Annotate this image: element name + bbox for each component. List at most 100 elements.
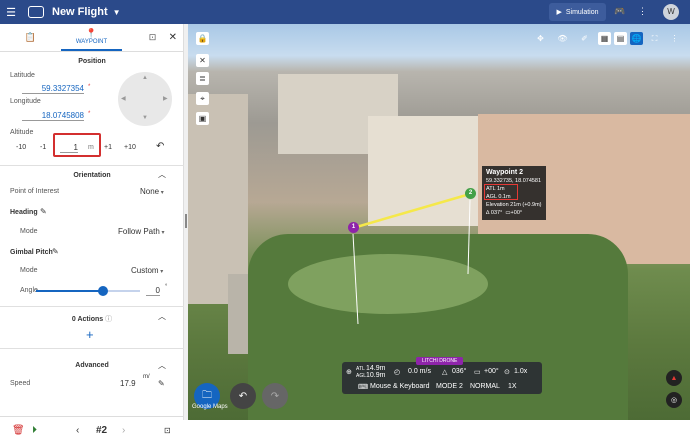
hud-mode[interactable]: MODE 2 bbox=[436, 383, 463, 390]
keyboard-icon: ⌨ bbox=[358, 384, 369, 391]
heading-icon: △ bbox=[442, 369, 448, 376]
arrow-down-icon[interactable]: ▼ bbox=[142, 115, 148, 121]
more-vert-icon[interactable]: ⋮ bbox=[638, 6, 647, 17]
gimbal-icon: ▭ bbox=[474, 369, 481, 376]
orientation-title: Orientation bbox=[73, 172, 111, 179]
altitude-tooltip-highlight bbox=[484, 184, 518, 200]
angle-slider-knob[interactable] bbox=[97, 286, 108, 296]
hud-controls[interactable]: Mouse & Keyboard bbox=[370, 383, 430, 390]
previous-waypoint-icon[interactable]: ‹ bbox=[76, 425, 79, 436]
latitude-label: Latitude bbox=[10, 72, 35, 79]
chevron-up-icon[interactable]: ︿ bbox=[158, 311, 166, 322]
altitude-minus1-button[interactable]: -1 bbox=[40, 144, 46, 151]
play-circle-icon[interactable]: ⏵ bbox=[32, 425, 37, 436]
clipboard-icon: 📋 bbox=[24, 32, 37, 42]
waypoint-marker-2[interactable]: 2 bbox=[465, 188, 476, 199]
zoom-icon: ⊙ bbox=[504, 369, 510, 376]
longitude-input[interactable]: 18.0745808 bbox=[22, 111, 84, 121]
altitude-minus10-button[interactable]: -10 bbox=[16, 144, 26, 151]
next-waypoint-icon[interactable]: › bbox=[122, 425, 125, 436]
locate-icon[interactable]: ◎ bbox=[666, 392, 682, 408]
waypoint-marker-1[interactable]: 1 bbox=[348, 222, 359, 233]
redo-button[interactable]: ↷ bbox=[262, 383, 288, 409]
telemetry-hud: LITCHI DRONE ⊕ ATL 14.9m AGL 10.9m ◴ 0.0… bbox=[342, 357, 542, 394]
layers-icon[interactable]: ▤ bbox=[614, 32, 627, 45]
altitude-gauge-icon: ⊕ bbox=[346, 369, 352, 376]
target-icon: ⊡ bbox=[148, 32, 157, 42]
globe-icon[interactable]: 🌐 bbox=[630, 32, 643, 45]
arrow-left-icon[interactable]: ◀ bbox=[121, 95, 126, 102]
poi-select[interactable]: None bbox=[140, 187, 164, 196]
select-icon[interactable]: ⊡ bbox=[164, 426, 171, 435]
edit-speed-icon[interactable]: ✎ bbox=[158, 379, 165, 388]
hud-multiplier[interactable]: 1X bbox=[508, 383, 517, 390]
menu-icon[interactable]: ☰ bbox=[0, 6, 22, 19]
heading-mode-select[interactable]: Follow Path bbox=[118, 227, 164, 236]
delete-icon[interactable]: 🗑 bbox=[12, 425, 25, 436]
altitude-input[interactable]: 1 bbox=[60, 143, 78, 153]
hud-gimbal: +00° bbox=[484, 368, 499, 375]
chevron-up-icon[interactable]: ︿ bbox=[158, 360, 166, 371]
list-icon[interactable]: ≣ bbox=[196, 72, 209, 85]
compass-icon[interactable]: ▲ bbox=[666, 370, 682, 386]
more-vert-icon[interactable]: ⋮ bbox=[668, 32, 681, 45]
pin-edit-icon[interactable]: ✐ bbox=[578, 32, 591, 45]
fullscreen-icon[interactable]: ⛶ bbox=[648, 32, 661, 45]
avatar[interactable]: W bbox=[663, 4, 679, 20]
hud-agl-label: AGL bbox=[356, 373, 367, 379]
lock-icon[interactable]: 🔒 bbox=[196, 32, 209, 45]
undo-icon[interactable]: ↶ bbox=[156, 141, 164, 152]
panel-bottom-bar: 🗑 ⏵ ‹ #2 › ⊡ bbox=[0, 416, 184, 444]
photo-icon[interactable]: ▣ bbox=[196, 112, 209, 125]
latitude-input[interactable]: 59.3327354 bbox=[22, 84, 84, 94]
heading-mode-label: Mode bbox=[20, 228, 38, 235]
close-icon[interactable]: ✕ bbox=[196, 54, 209, 67]
waypoint-index: #2 bbox=[96, 425, 108, 436]
undo-button[interactable]: ↶ bbox=[230, 383, 256, 409]
poi-label: Point of Interest bbox=[10, 188, 60, 195]
position-title: Position bbox=[78, 58, 106, 65]
flight-title[interactable]: New Flight bbox=[52, 6, 108, 18]
tab-waypoint[interactable]: 📍 WAYPOINT bbox=[61, 24, 122, 51]
hud-agl-value: 10.9m bbox=[366, 372, 386, 379]
map-attribution: Google Maps bbox=[192, 404, 228, 410]
simulation-button[interactable]: ▶ Simulation bbox=[549, 3, 606, 21]
add-action-button[interactable]: + bbox=[86, 327, 94, 342]
altitude-unit: m bbox=[88, 144, 94, 151]
grid-icon[interactable]: ▦ bbox=[598, 32, 611, 45]
close-icon[interactable]: ✕ bbox=[169, 32, 177, 43]
redo-icon: ↷ bbox=[270, 390, 280, 402]
altitude-label: Altitude bbox=[10, 129, 34, 136]
heading-label: Heading bbox=[10, 209, 38, 216]
longitude-label: Longitude bbox=[10, 98, 41, 105]
gamepad-icon[interactable]: 🎮 bbox=[614, 6, 625, 17]
angle-slider[interactable] bbox=[36, 286, 140, 296]
tab-mission[interactable]: 📋 bbox=[0, 24, 61, 51]
hud-speed-mode[interactable]: NORMAL bbox=[470, 383, 500, 390]
edit-gimbal-icon[interactable]: ✎ bbox=[52, 247, 59, 256]
arrow-right-icon[interactable]: ▶ bbox=[163, 95, 168, 102]
waypoint-panel: 📋 📍 WAYPOINT ⊡ ✕ Position Latitude 59.33… bbox=[0, 24, 184, 436]
edit-heading-icon[interactable]: ✎ bbox=[40, 207, 47, 216]
add-location-icon[interactable]: ⌖ bbox=[196, 92, 209, 105]
gimbal-pitch-label: Gimbal Pitch bbox=[10, 249, 53, 256]
angle-unit: ° bbox=[165, 284, 168, 290]
info-icon[interactable]: ⓘ bbox=[105, 316, 112, 323]
chevron-down-icon[interactable]: ▼ bbox=[113, 8, 121, 17]
angle-input[interactable]: 0 bbox=[146, 286, 160, 296]
hud-atl-label: ATL bbox=[356, 366, 365, 372]
speed-input[interactable]: 17.9 bbox=[120, 379, 136, 388]
position-joystick[interactable]: ▲ ▼ ◀ ▶ bbox=[118, 72, 172, 126]
altitude-plus1-button[interactable]: +1 bbox=[104, 144, 112, 151]
altitude-plus10-button[interactable]: +10 bbox=[124, 144, 136, 151]
play-icon: ▶ bbox=[556, 9, 562, 16]
eye-icon[interactable]: 👁 bbox=[556, 32, 569, 45]
chevron-up-icon[interactable]: ︿ bbox=[158, 169, 166, 180]
gimbal-mode-select[interactable]: Custom bbox=[131, 266, 163, 275]
speed-unit: m/ bbox=[143, 374, 150, 380]
arrow-up-icon[interactable]: ▲ bbox=[142, 75, 148, 81]
move-icon[interactable]: ✥ bbox=[534, 32, 547, 45]
actions-title: 0 Actions ⓘ bbox=[71, 316, 113, 323]
speed-label: Speed bbox=[10, 380, 31, 387]
hud-speed: 0.0 m/s bbox=[408, 368, 431, 375]
